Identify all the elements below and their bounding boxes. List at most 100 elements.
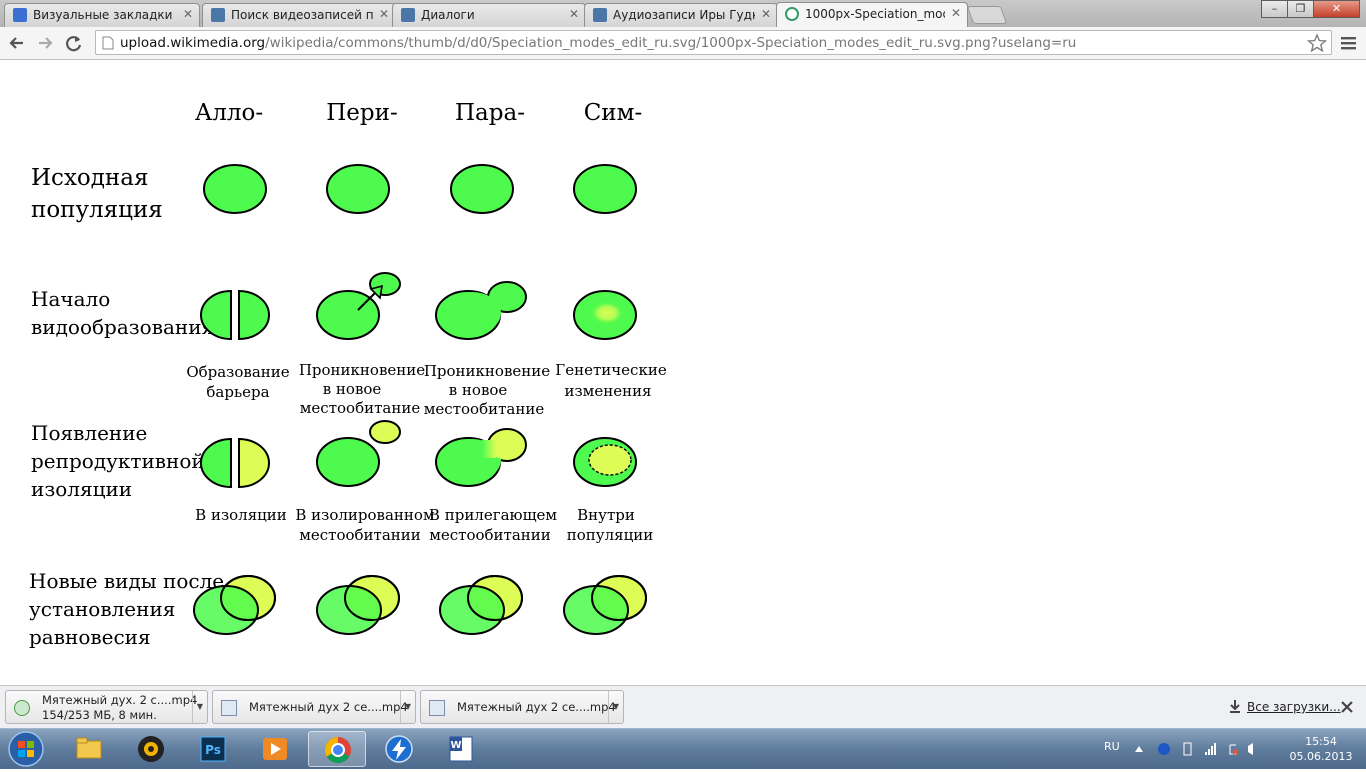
vk-icon [211,8,225,22]
folder-icon [76,737,102,759]
windows-taskbar: Ps W RU 15:54 05.06.2013 [0,728,1366,769]
row-label-start-line2: видообразования [31,315,214,339]
tab-label: Поиск видеозаписей по з [231,8,373,22]
caption-within-population-line1: Внутри [577,506,635,524]
within-population-sym [573,437,637,487]
chevron-down-icon[interactable]: ▼ [400,691,415,723]
address-bar[interactable]: upload.wikimedia.org/wikipedia/commons/t… [95,30,1332,55]
download-item[interactable]: Мятежный дух. 2 с....mp4 154/253 МБ, 8 м… [5,690,208,724]
all-downloads-link[interactable]: Все загрузки... [1247,700,1341,714]
taskbar-aimp[interactable] [122,731,180,767]
system-clock[interactable]: 15:54 05.06.2013 [1286,734,1356,764]
url-host: upload.wikimedia.org [120,35,266,51]
battery-icon[interactable] [1183,742,1192,756]
aimp-icon [138,736,164,762]
network-icon[interactable] [1205,743,1216,755]
language-indicator[interactable]: RU [1104,740,1120,753]
population-with-migration-peri [316,272,401,340]
tab-dialogs[interactable]: Диалоги ✕ [392,3,586,27]
taskbar-torrent[interactable] [370,731,428,767]
taskbar-explorer[interactable] [60,731,118,767]
reload-button[interactable] [63,32,85,54]
population-para [450,164,514,214]
download-arrow-icon [1230,700,1240,713]
forward-arrow-icon [39,37,53,49]
population-allo [203,164,267,214]
play-icon [593,8,607,22]
photoshop-icon: Ps [200,736,226,762]
file-icon [429,700,445,716]
clock-time: 15:54 [1305,735,1337,748]
media-player-icon [263,738,287,760]
new-species-peri [316,575,400,635]
tab-speciation-image[interactable]: 1000px-Speciation_modes ✕ [776,2,968,27]
row-label-initial-line2: популяция [31,197,163,223]
split-population-allo [200,289,270,341]
download-status: 154/253 МБ, 8 мин. [42,708,157,722]
tab-visual-bookmarks[interactable]: Визуальные закладки ✕ [4,3,200,27]
chevron-down-icon[interactable]: ▼ [608,691,623,723]
tab-label: Визуальные закладки [33,8,173,22]
new-tab-button[interactable] [966,6,1008,24]
tab-strip: Визуальные закладки ✕ Поиск видеозаписей… [0,0,1366,27]
download-item[interactable]: Мятежный дух 2 се....mp4 ▼ [420,690,624,724]
show-hidden-icons-icon[interactable] [1135,746,1143,752]
close-window-button[interactable]: ✕ [1313,0,1360,18]
bookmark-star-icon[interactable] [1307,33,1327,53]
caption-barrier-line2: барьера [206,383,269,401]
close-icon[interactable]: ✕ [379,7,389,21]
page-icon [102,36,114,50]
close-icon[interactable]: ✕ [569,7,579,21]
caption-peri-line1: Проникновение [299,361,425,379]
chrome-icon [324,736,351,764]
page-content: Алло- Пери- Пара- Сим- Исходная популяци… [0,60,1366,685]
tab-audio[interactable]: Аудиозаписи Иры Гудкої ✕ [584,3,778,27]
column-header-allo: Алло- [195,100,263,126]
tab-video-search[interactable]: Поиск видеозаписей по з ✕ [202,3,396,27]
caption-peri-line2: в новое [323,380,382,398]
volume-icon[interactable] [1248,743,1253,755]
tab-label: Аудиозаписи Иры Гудкої [613,8,755,22]
chevron-down-icon[interactable]: ▼ [192,691,207,723]
population-with-genetic-change-sym [573,290,637,340]
isolated-habitat-peri [316,420,401,487]
row-label-isolation-line2: репродуктивной [31,449,205,473]
back-arrow-icon [9,37,23,49]
close-icon[interactable] [1340,700,1354,714]
column-header-sym: Сим- [584,100,643,126]
svg-text:Ps: Ps [205,743,221,757]
reload-icon [66,36,82,52]
caption-para-line3: местообитание [424,400,545,418]
minimize-button[interactable]: – [1261,0,1288,18]
caption-peri-line3: местообитание [300,399,421,417]
download-filename: Мятежный дух. 2 с....mp4 [42,693,198,707]
file-icon [221,700,237,716]
back-button[interactable] [6,32,28,54]
start-orb-icon[interactable] [6,730,46,768]
bluetooth-icon[interactable] [1158,743,1170,755]
vk-icon [401,8,415,22]
system-tray [1135,742,1253,756]
row-label-initial-line1: Исходная [31,165,148,191]
caption-within-population-line2: популяции [567,526,653,544]
row-label-new-species-line2: установления [29,597,175,621]
taskbar-word[interactable]: W [432,731,490,767]
download-item[interactable]: Мятежный дух 2 се....mp4 ▼ [212,690,416,724]
forward-button[interactable] [34,32,56,54]
column-header-peri: Пери- [326,100,398,126]
download-progress-icon [14,700,30,716]
maximize-button[interactable]: ❐ [1287,0,1314,18]
torrent-icon [385,735,413,763]
close-icon[interactable]: ✕ [951,6,961,20]
menu-icon[interactable] [1340,35,1358,51]
close-icon[interactable]: ✕ [183,7,193,21]
caption-sym-line1: Генетические [555,361,667,379]
new-species-sym [563,575,647,635]
taskbar-media-player[interactable] [246,731,304,767]
close-icon[interactable]: ✕ [761,7,771,21]
population-sym [573,164,637,214]
caption-adjacent-habitat-line2: местообитании [429,526,551,544]
row-label-new-species-line3: равновесия [29,625,151,649]
taskbar-chrome[interactable] [308,731,366,767]
taskbar-photoshop[interactable]: Ps [184,731,242,767]
